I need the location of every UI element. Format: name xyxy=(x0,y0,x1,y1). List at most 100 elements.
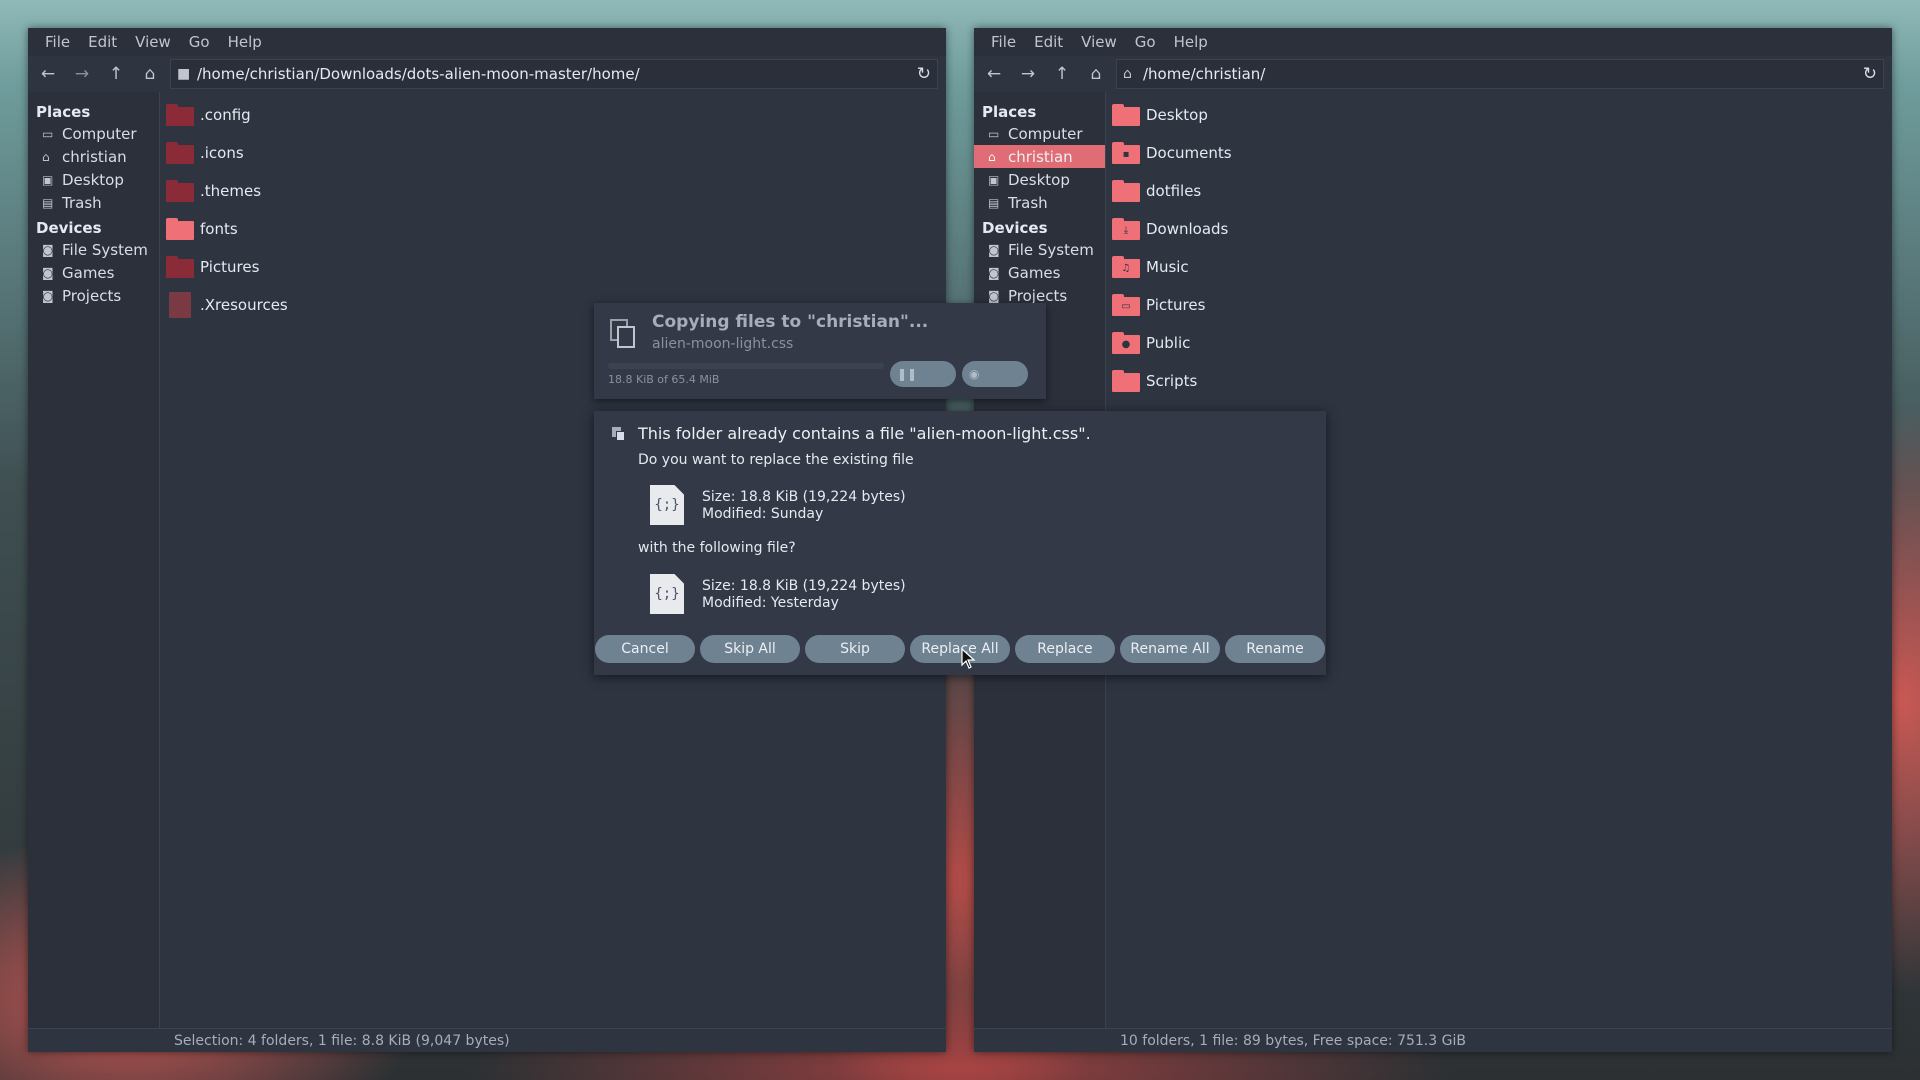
home-icon[interactable]: ⌂ xyxy=(1080,59,1112,89)
menu-file[interactable]: File xyxy=(982,33,1025,51)
file-item-public[interactable]: ● Public xyxy=(1112,324,1886,362)
file-name: dotfiles xyxy=(1146,182,1202,200)
menu-file[interactable]: File xyxy=(36,33,79,51)
file-name: Scripts xyxy=(1146,372,1198,390)
sidebar-item-christian[interactable]: ⌂ christian xyxy=(28,145,159,168)
menu-go[interactable]: Go xyxy=(180,33,219,51)
up-arrow-icon[interactable]: ↑ xyxy=(100,59,132,89)
menu-edit[interactable]: Edit xyxy=(1025,33,1072,51)
replace-all-button[interactable]: Replace All xyxy=(910,635,1010,663)
sidebar-item-computer[interactable]: ▭ Computer xyxy=(974,122,1105,145)
sidebar-item-label: Desktop xyxy=(1008,170,1070,189)
with-following-text: with the following file? xyxy=(638,540,796,556)
sidebar-item-games[interactable]: ◙ Games xyxy=(28,261,159,284)
sidebar-item-desktop[interactable]: ▣ Desktop xyxy=(974,168,1105,191)
documents-folder-icon: ▪ xyxy=(1112,142,1140,164)
file-item-fonts[interactable]: fonts xyxy=(166,210,940,248)
forward-arrow-icon[interactable]: → xyxy=(66,59,98,89)
toolbar: ← → ↑ ⌂ ■ /home/christian/Downloads/dots… xyxy=(28,56,946,92)
folder-icon xyxy=(166,256,194,278)
menubar: File Edit View Go Help xyxy=(28,28,946,56)
back-arrow-icon[interactable]: ← xyxy=(978,59,1010,89)
sidebar-item-file-system[interactable]: ◙ File System xyxy=(974,238,1105,261)
desktop-icon: ▣ xyxy=(988,172,1000,187)
sidebar-item-label: Trash xyxy=(1008,193,1048,212)
menu-help[interactable]: Help xyxy=(1165,33,1217,51)
progress-file-name: alien-moon-light.css xyxy=(652,336,794,352)
sidebar-item-desktop[interactable]: ▣ Desktop xyxy=(28,168,159,191)
file-item-pictures[interactable]: ▭ Pictures xyxy=(1112,286,1886,324)
replace-question: Do you want to replace the existing file xyxy=(638,452,914,468)
file-item-scripts[interactable]: Scripts xyxy=(1112,362,1886,400)
devices-heading: Devices xyxy=(36,219,102,237)
existing-file-modified: Modified: Sunday xyxy=(702,506,824,522)
file-item-music[interactable]: ♫ Music xyxy=(1112,248,1886,286)
status-bar: Selection: 4 folders, 1 file: 8.8 KiB (9… xyxy=(28,1028,946,1052)
menu-view[interactable]: View xyxy=(1072,33,1126,51)
desktop-icon: ▣ xyxy=(42,172,54,187)
incoming-file-info: Size: 18.8 KiB (19,224 bytes) Modified: … xyxy=(702,578,906,612)
skip-button[interactable]: Skip xyxy=(805,635,905,663)
drive-icon: ◙ xyxy=(42,242,54,257)
file-name: Downloads xyxy=(1146,220,1229,238)
back-arrow-icon[interactable]: ← xyxy=(32,59,64,89)
file-item-downloads[interactable]: ⤓ Downloads xyxy=(1112,210,1886,248)
sidebar-item-christian[interactable]: ⌂ christian xyxy=(974,145,1105,168)
computer-icon: ▭ xyxy=(42,126,54,141)
sidebar-item-games[interactable]: ◙ Games xyxy=(974,261,1105,284)
downloads-folder-icon: ⤓ xyxy=(1112,218,1140,240)
sidebar: Places ▭ Computer ⌂ christian ▣ Desktop ▤ Tr… xyxy=(28,92,160,1028)
location-bar[interactable]: ■ /home/christian/Downloads/dots-alien-m… xyxy=(170,59,938,89)
sidebar-item-projects[interactable]: ◙ Projects xyxy=(28,284,159,307)
cancel-button[interactable]: Cancel xyxy=(595,635,695,663)
forward-arrow-icon[interactable]: → xyxy=(1012,59,1044,89)
file-name: Pictures xyxy=(200,258,260,276)
home-icon: ⌂ xyxy=(42,149,50,164)
menu-go[interactable]: Go xyxy=(1126,33,1165,51)
folder-icon xyxy=(166,104,194,126)
menu-edit[interactable]: Edit xyxy=(79,33,126,51)
folder-icon xyxy=(1112,370,1140,392)
music-folder-icon: ♫ xyxy=(1112,256,1140,278)
pause-button[interactable]: ❚❚ xyxy=(890,361,956,387)
file-item-config[interactable]: .config xyxy=(166,96,940,134)
menu-help[interactable]: Help xyxy=(219,33,271,51)
sidebar-item-computer[interactable]: ▭ Computer xyxy=(28,122,159,145)
file-item-documents[interactable]: ▪ Documents xyxy=(1112,134,1886,172)
copy-icon xyxy=(610,319,636,349)
stop-button[interactable]: ◉ xyxy=(962,361,1028,387)
skip-all-button[interactable]: Skip All xyxy=(700,635,800,663)
rename-all-button[interactable]: Rename All xyxy=(1120,635,1220,663)
file-item-themes[interactable]: .themes xyxy=(166,172,940,210)
copy-icon xyxy=(612,427,626,441)
sidebar-item-trash[interactable]: ▤ Trash xyxy=(28,191,159,214)
rename-button[interactable]: Rename xyxy=(1225,635,1325,663)
copy-progress-dialog: Copying files to "christian"... alien-mo… xyxy=(594,303,1046,399)
stop-icon: ◉ xyxy=(969,367,980,381)
file-name: .themes xyxy=(200,182,262,200)
reload-icon[interactable]: ↻ xyxy=(1863,64,1877,84)
file-item-pictures[interactable]: Pictures xyxy=(166,248,940,286)
drive-icon: ◙ xyxy=(42,265,54,280)
file-item-dotfiles[interactable]: dotfiles xyxy=(1112,172,1886,210)
file-name: Desktop xyxy=(1146,106,1208,124)
folder-icon xyxy=(166,142,194,164)
location-bar[interactable]: ⌂ /home/christian/ ↻ xyxy=(1116,59,1884,89)
reload-icon[interactable]: ↻ xyxy=(917,64,931,84)
existing-file-size: Size: 18.8 KiB (19,224 bytes) xyxy=(702,489,906,505)
places-heading: Places xyxy=(36,103,91,121)
file-item-desktop[interactable]: Desktop xyxy=(1112,96,1886,134)
up-arrow-icon[interactable]: ↑ xyxy=(1046,59,1078,89)
drive-icon: ◙ xyxy=(988,242,1000,257)
menu-view[interactable]: View xyxy=(126,33,180,51)
replace-button[interactable]: Replace xyxy=(1015,635,1115,663)
file-item-icons[interactable]: .icons xyxy=(166,134,940,172)
sidebar-item-trash[interactable]: ▤ Trash xyxy=(974,191,1105,214)
home-icon[interactable]: ⌂ xyxy=(134,59,166,89)
sidebar-item-file-system[interactable]: ◙ File System xyxy=(28,238,159,261)
sidebar-item-label: Computer xyxy=(62,124,137,143)
desktop-folder-icon xyxy=(1112,104,1140,126)
sidebar-item-label: Projects xyxy=(62,286,122,305)
existing-file-info: Size: 18.8 KiB (19,224 bytes) Modified: … xyxy=(702,489,906,523)
file-name: Documents xyxy=(1146,144,1232,162)
